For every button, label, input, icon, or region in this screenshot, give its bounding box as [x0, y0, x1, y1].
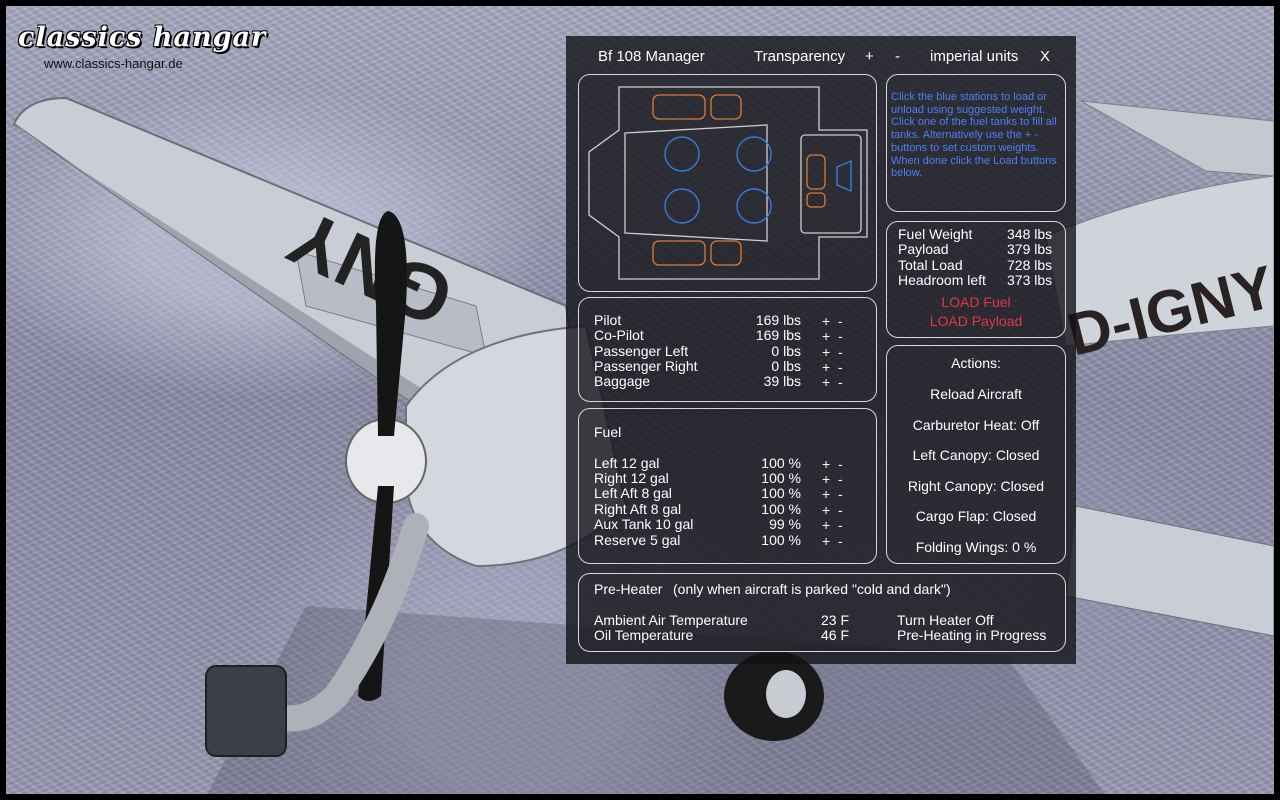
- preheater-box: Pre-Heater (only when aircraft is parked…: [578, 573, 1066, 652]
- left-canopy-toggle[interactable]: Left Canopy: Closed: [887, 447, 1065, 463]
- preheater-title: Pre-Heater: [594, 581, 663, 597]
- payload-stations[interactable]: [664, 136, 852, 224]
- station-minus-button[interactable]: -: [838, 313, 843, 329]
- close-button[interactable]: X: [1040, 48, 1050, 65]
- station-minus-button[interactable]: -: [838, 328, 843, 344]
- station-plus-button[interactable]: +: [822, 374, 830, 390]
- station-plus-button[interactable]: +: [822, 344, 830, 360]
- folding-wings-control[interactable]: Folding Wings: 0 %: [887, 539, 1065, 555]
- tank-value: 99 %: [769, 516, 801, 532]
- tank-plus-button[interactable]: +: [822, 456, 830, 472]
- actions-box: Actions: Reload Aircraft Carburetor Heat…: [886, 345, 1066, 564]
- station-plus-button[interactable]: +: [822, 328, 830, 344]
- reload-aircraft-button[interactable]: Reload Aircraft: [887, 386, 1065, 402]
- payload-box: Pilot 169 lbs + - Co-Pilot 169 lbs + - P…: [578, 297, 877, 402]
- tank-plus-button[interactable]: +: [822, 502, 830, 518]
- oil-temp-label: Oil Temperature: [594, 627, 694, 643]
- station-minus-button[interactable]: -: [838, 359, 843, 375]
- fuel-box: Fuel Left 12 gal 100 % + - Right 12 gal …: [578, 408, 877, 564]
- panel-title: Bf 108 Manager: [598, 48, 705, 65]
- actions-title: Actions:: [951, 355, 1001, 371]
- right-canopy-toggle[interactable]: Right Canopy: Closed: [887, 478, 1065, 494]
- weight-summary-box: Fuel Weight 348 lbs Payload 379 lbs Tota…: [886, 221, 1066, 338]
- station-value: 39 lbs: [763, 373, 801, 389]
- help-box: Click the blue stations to load or unloa…: [886, 74, 1066, 212]
- aircraft-diagram-box: [578, 74, 877, 292]
- summary-value: 373 lbs: [1007, 272, 1053, 288]
- fuel-title: Fuel: [594, 424, 622, 440]
- oil-temp-value: 46 F: [821, 627, 850, 643]
- logo-title: classics hangar: [18, 22, 267, 53]
- carburetor-heat-toggle[interactable]: Carburetor Heat: Off: [887, 417, 1065, 433]
- tank-minus-button[interactable]: -: [838, 456, 843, 472]
- tank-plus-button[interactable]: +: [822, 486, 830, 502]
- tank-label: Aux Tank 10 gal: [594, 516, 694, 532]
- tank-minus-button[interactable]: -: [838, 486, 843, 502]
- station-label: Co-Pilot: [594, 327, 644, 343]
- preheater-note: (only when aircraft is parked "cold and …: [673, 581, 951, 597]
- summary-label: Headroom left: [898, 272, 986, 288]
- load-payload-button[interactable]: LOAD Payload: [887, 313, 1065, 330]
- station-minus-button[interactable]: -: [838, 374, 843, 390]
- station-value: 169 lbs: [755, 327, 801, 343]
- station-plus-button[interactable]: +: [822, 313, 830, 329]
- classics-hangar-logo: classics hangar www.classics-hangar.de: [18, 22, 267, 71]
- tank-minus-button[interactable]: -: [838, 471, 843, 487]
- preheater-status: Pre-Heating in Progress: [897, 627, 1047, 643]
- tank-label: Reserve 5 gal: [594, 532, 681, 548]
- tank-minus-button[interactable]: -: [838, 517, 843, 533]
- tank-plus-button[interactable]: +: [822, 517, 830, 533]
- tank-label: Left Aft 8 gal: [594, 485, 672, 501]
- tank-plus-button[interactable]: +: [822, 533, 830, 549]
- aircraft-layout-diagram: [588, 86, 868, 280]
- transparency-decrease-button[interactable]: -: [895, 48, 900, 65]
- tank-value: 100 %: [761, 532, 801, 548]
- transparency-label: Transparency: [754, 48, 846, 65]
- station-minus-button[interactable]: -: [838, 344, 843, 360]
- transparency-increase-button[interactable]: +: [865, 48, 874, 65]
- bf108-manager-panel: Bf 108 Manager Transparency + - imperial…: [566, 36, 1076, 664]
- tank-minus-button[interactable]: -: [838, 502, 843, 518]
- summary-label: Payload: [898, 241, 949, 257]
- tank-minus-button[interactable]: -: [838, 533, 843, 549]
- units-toggle-button[interactable]: imperial units: [930, 48, 1018, 65]
- help-text: Click the blue stations to load or unloa…: [891, 91, 1057, 180]
- logo-url: www.classics-hangar.de: [44, 56, 183, 71]
- tank-value: 100 %: [761, 485, 801, 501]
- station-plus-button[interactable]: +: [822, 359, 830, 375]
- summary-value: 379 lbs: [1007, 241, 1053, 257]
- load-fuel-button[interactable]: LOAD Fuel: [887, 294, 1065, 311]
- tank-plus-button[interactable]: +: [822, 471, 830, 487]
- station-label: Baggage: [594, 373, 651, 389]
- cargo-flap-toggle[interactable]: Cargo Flap: Closed: [887, 508, 1065, 524]
